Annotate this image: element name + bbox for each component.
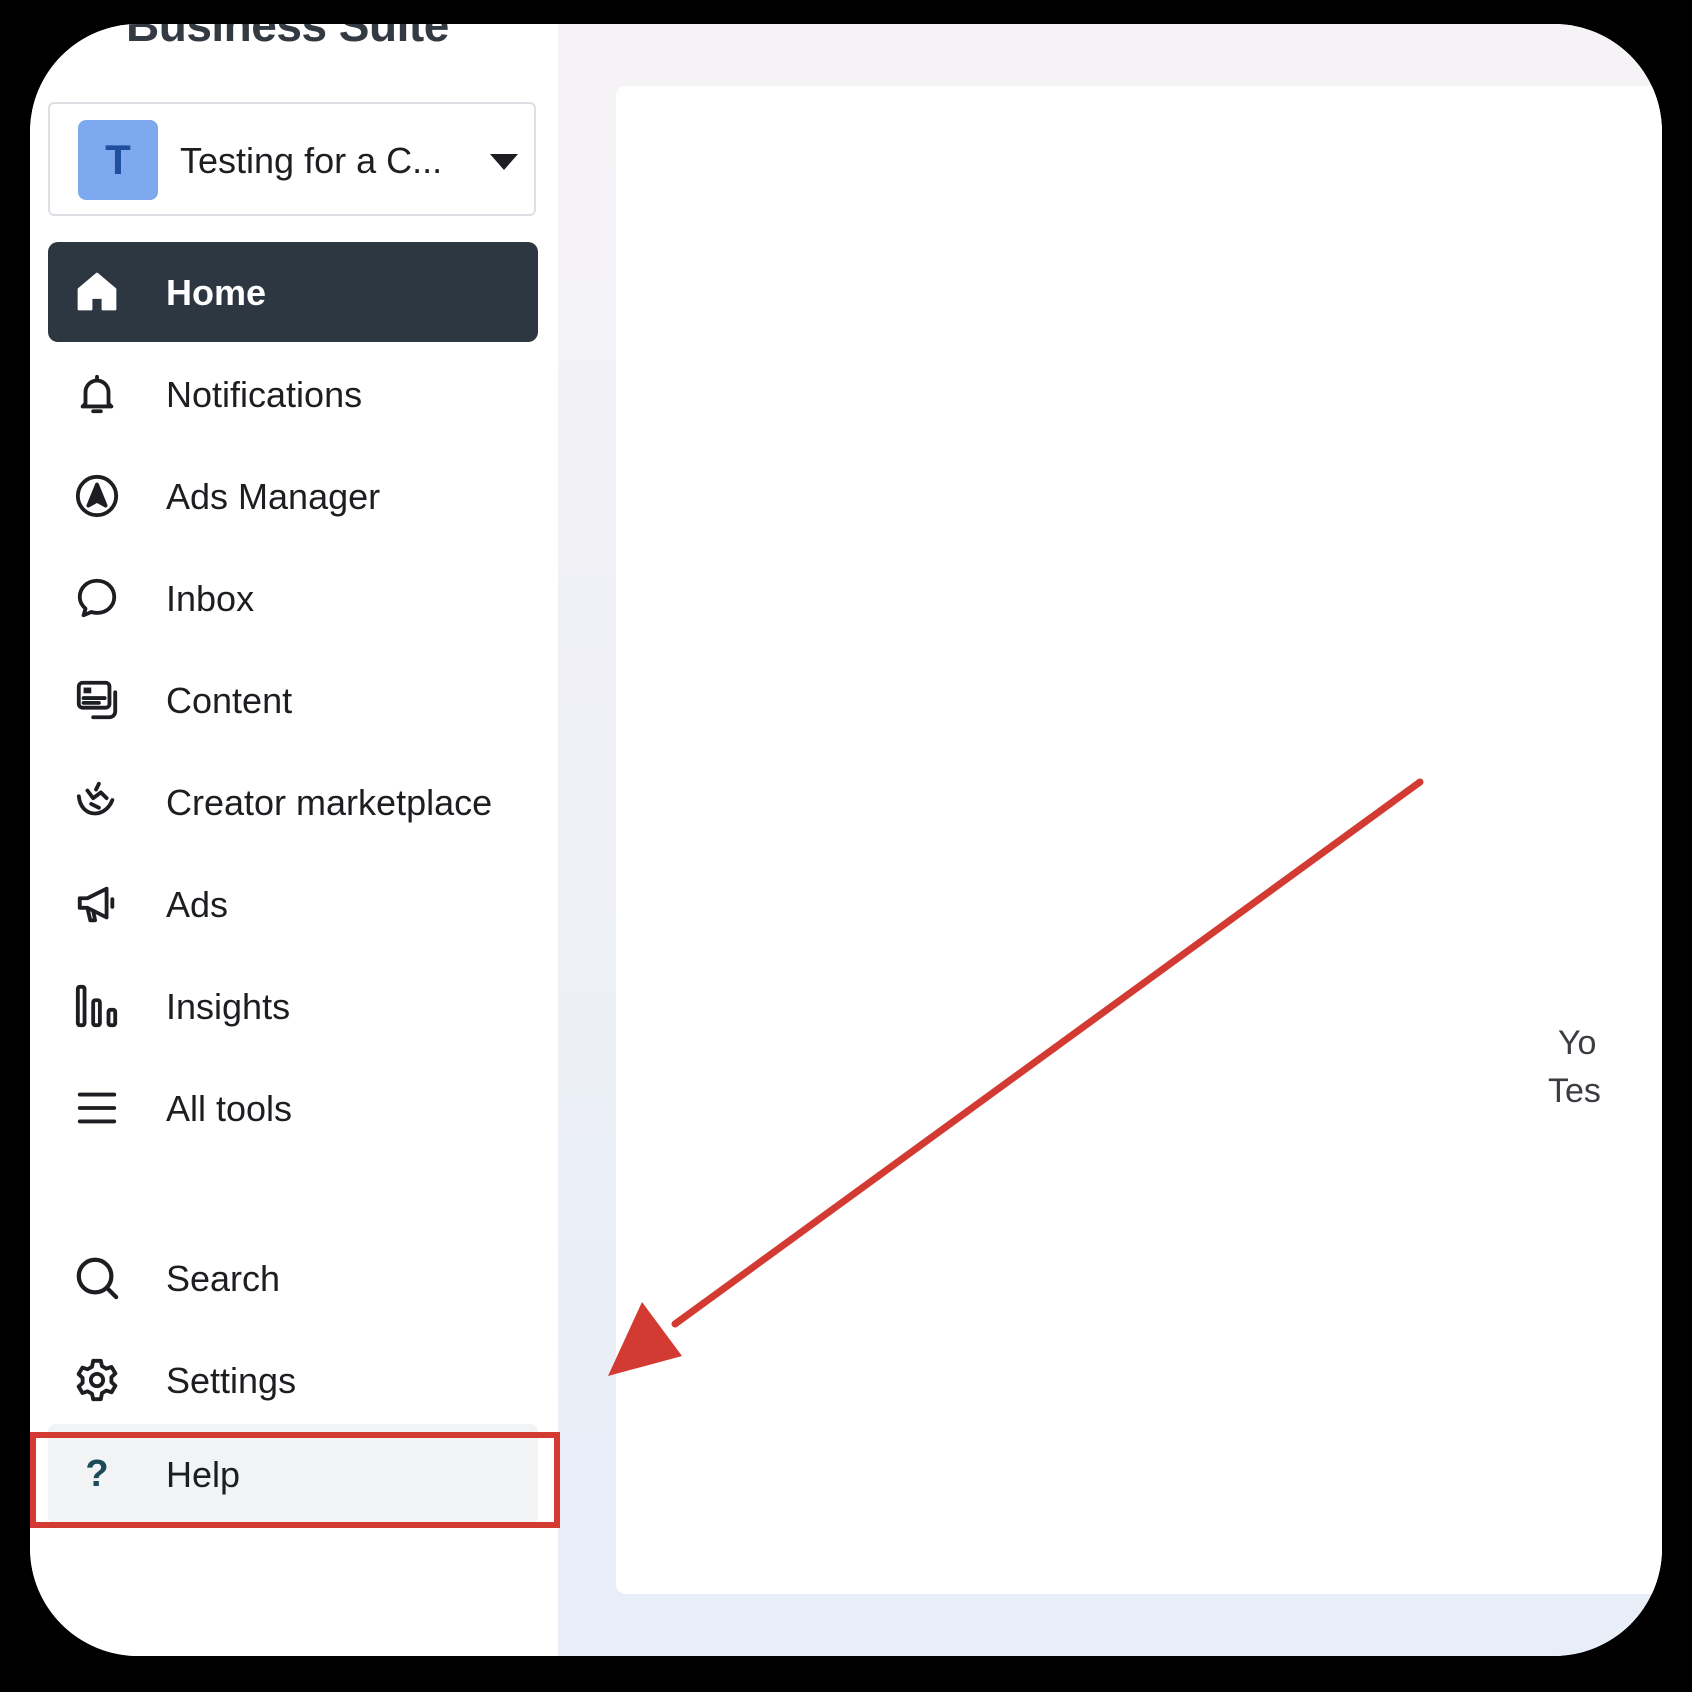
annotation-arrow (608, 778, 1424, 1376)
app-window: Business Suite T Testing for a C... Home (30, 24, 1662, 1656)
